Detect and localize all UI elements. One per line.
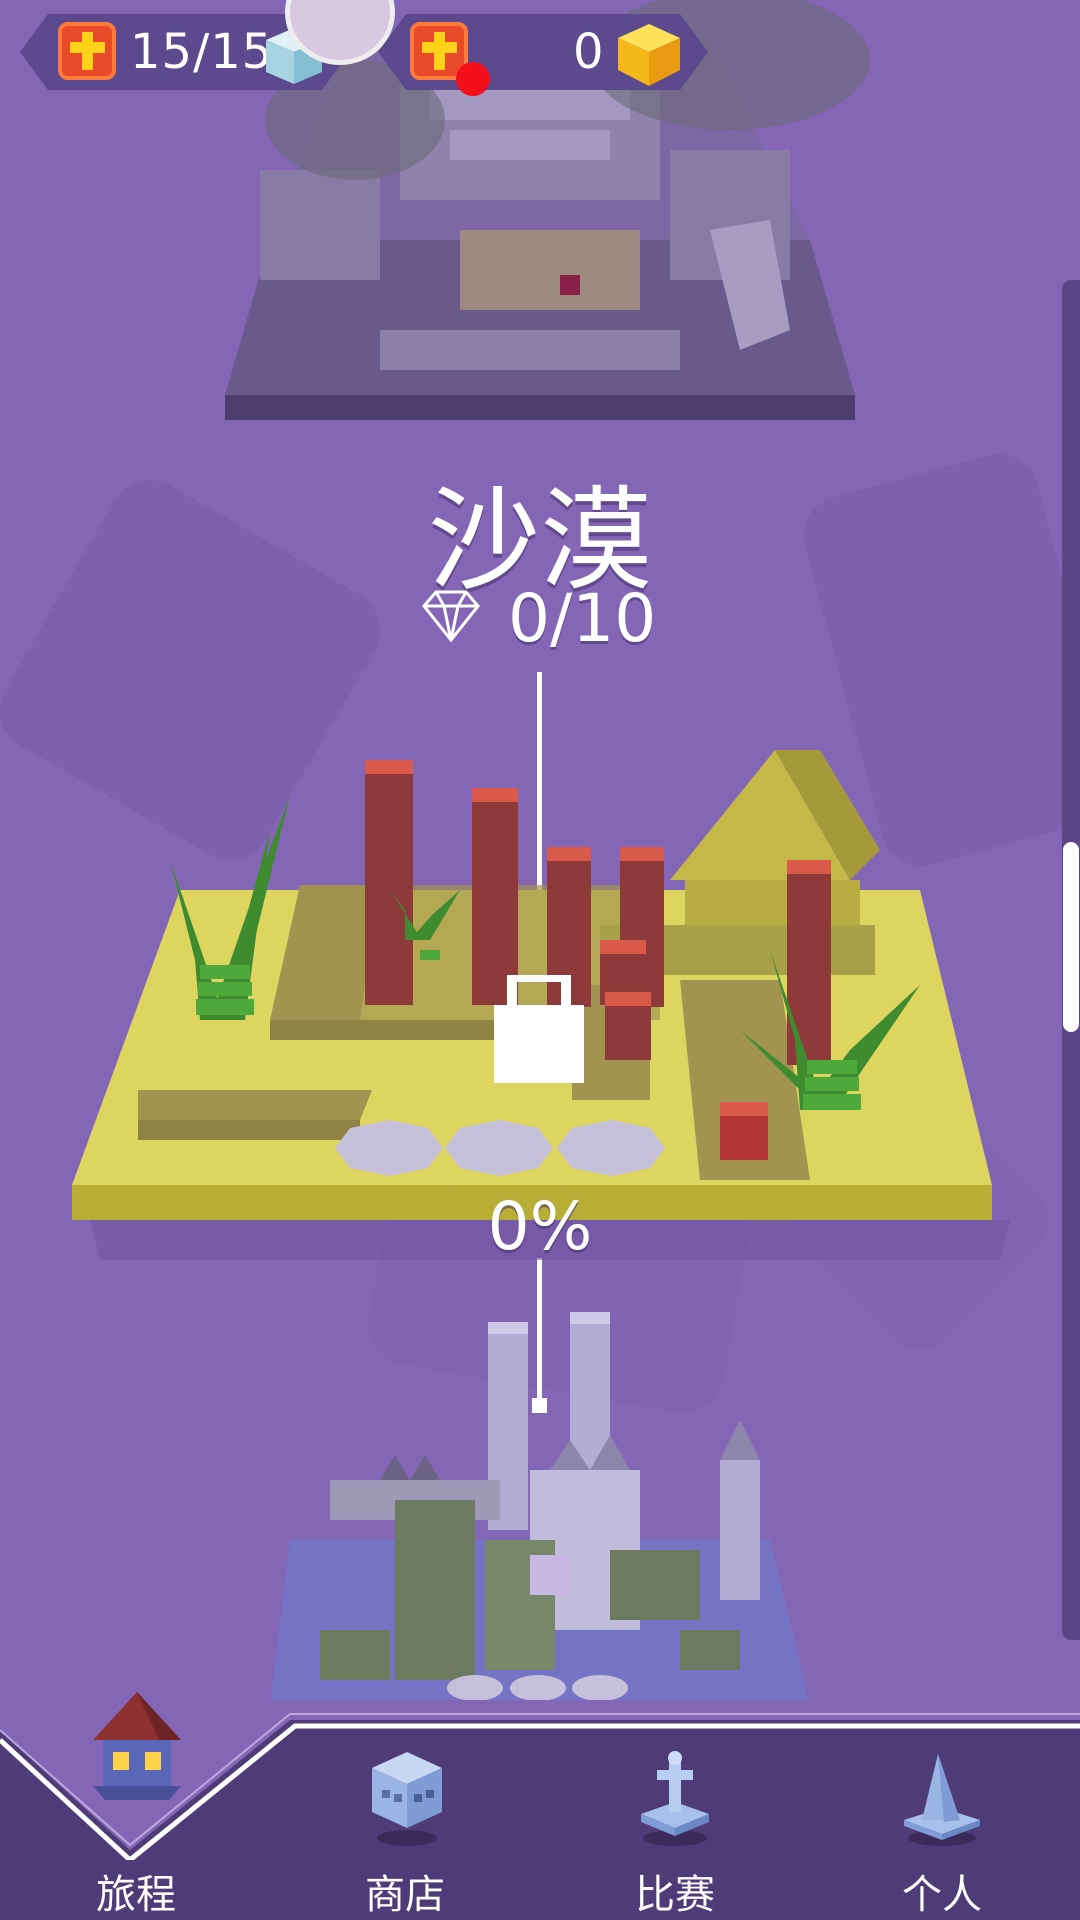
gem-count: 0/10: [508, 580, 657, 657]
nav-label-shop[interactable]: 商店: [305, 1862, 505, 1920]
coin-count: 0: [573, 24, 605, 80]
skull-cube-icon: [372, 1752, 442, 1846]
diamond-icon: [422, 590, 480, 642]
gold-cube-icon: [618, 24, 680, 86]
nav-label-profile[interactable]: 个人: [842, 1862, 1042, 1920]
notification-dot: [456, 62, 490, 96]
city-island[interactable]: [270, 1310, 810, 1730]
scrollbar-thumb[interactable]: [1063, 842, 1079, 1032]
progress-percent: 0%: [487, 1188, 593, 1265]
trophy-cross-icon: [641, 1751, 709, 1846]
nav-label-journey[interactable]: 旅程: [36, 1862, 236, 1920]
wizard-hat-icon: [904, 1754, 980, 1846]
lives-count: 15/15: [130, 24, 274, 80]
house-icon: [93, 1692, 181, 1800]
nav-label-contest[interactable]: 比赛: [575, 1862, 775, 1920]
lock-icon[interactable]: [494, 975, 584, 1083]
plus-icon[interactable]: [58, 22, 116, 80]
